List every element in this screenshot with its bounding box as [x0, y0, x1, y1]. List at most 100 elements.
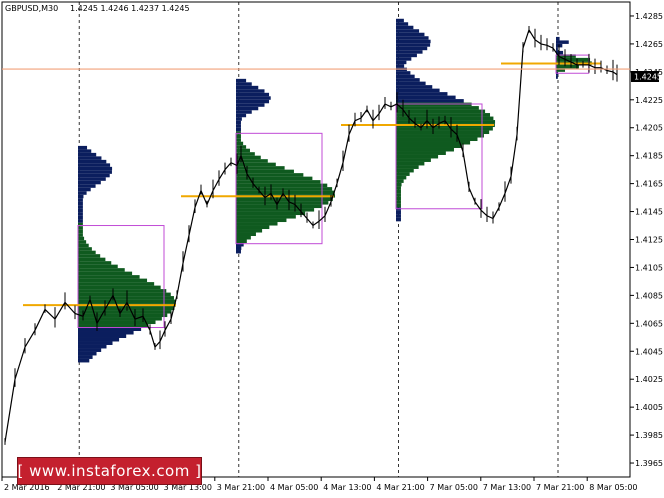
profile-bar [236, 249, 241, 254]
profile-bar [78, 250, 96, 255]
profile-bar [396, 32, 425, 37]
profile-bar [78, 285, 161, 290]
x-tick-label: 7 Mar 13:00 [483, 483, 531, 492]
profile-bar [396, 85, 433, 89]
x-tick-label: 3 Mar 21:00 [217, 483, 265, 492]
profile-bar [78, 278, 148, 283]
y-tick-label: 1.4165 [635, 180, 663, 189]
current-price-label: 1.4245 [634, 73, 662, 82]
profile-bar [78, 247, 92, 251]
y-tick-label: 1.4225 [635, 96, 663, 105]
profile-bar [556, 75, 558, 79]
profile-bar [78, 166, 113, 171]
profile-bar [396, 144, 463, 148]
profile-bar [236, 229, 263, 233]
profile-bar [236, 99, 270, 104]
profile-bar [78, 271, 133, 276]
profile-bar [396, 46, 428, 51]
profile-bar [78, 170, 112, 174]
profile-bar [396, 57, 412, 61]
y-tick-label: 1.3985 [635, 431, 663, 440]
y-tick-label: 1.4285 [635, 12, 663, 21]
profile-bar [236, 78, 247, 83]
profile-bar [236, 166, 285, 170]
profile-bar [396, 99, 464, 103]
profile-bar [396, 113, 491, 117]
profile-bar [236, 127, 241, 132]
profile-bar [78, 145, 88, 150]
profile-bar [78, 187, 91, 192]
profile-bar [78, 180, 101, 185]
profile-bar [396, 88, 440, 93]
profile-bar [78, 313, 168, 318]
profile-bar [396, 130, 490, 135]
profile-bar [396, 36, 429, 40]
watermark-text: [ www.instaforex.com ] [17, 462, 202, 480]
profile-bar [396, 18, 404, 23]
profile-bar [236, 152, 255, 156]
profile-bar [236, 197, 333, 202]
profile-bar [78, 159, 107, 164]
profile-bar [396, 64, 405, 68]
profile-bar [236, 110, 252, 114]
profile-bar [396, 161, 425, 166]
profile-bar [236, 89, 265, 93]
profile-bar [78, 201, 83, 206]
profile-bar [556, 36, 560, 41]
profile-bar [78, 289, 167, 293]
profile-bar [396, 151, 446, 155]
profile-bar [78, 212, 83, 216]
profile-bar [78, 184, 96, 188]
profile-bar [396, 196, 401, 201]
profile-bar [396, 95, 456, 100]
profile-bar [236, 134, 241, 139]
profile-bar [78, 320, 156, 325]
profile-bar [78, 226, 83, 230]
profile-bar [236, 236, 251, 240]
profile-bar [78, 215, 83, 220]
profile-bar [236, 96, 271, 100]
profile-bar [396, 189, 401, 194]
profile-bar [396, 186, 401, 190]
profile-bar [396, 175, 407, 180]
profile-bar [236, 148, 250, 153]
profile-bar [236, 208, 315, 212]
profile-bar [78, 236, 85, 241]
x-tick-label: 4 Mar 05:00 [270, 483, 318, 492]
profile-bar [396, 165, 419, 169]
profile-bar [78, 268, 125, 272]
profile-bar [396, 210, 401, 215]
profile-bar [236, 232, 256, 237]
y-tick-label: 1.4065 [635, 319, 663, 328]
chart-canvas: 1.4285 1.4265 1.4245 1.4225 1.4205 1.4185 1.41… [1, 1, 663, 492]
y-tick-label: 1.4205 [635, 124, 663, 133]
profile-bar [236, 141, 244, 146]
profile-bar [78, 292, 171, 297]
profile-bar [236, 117, 242, 121]
profile-bar [236, 222, 278, 226]
y-tick-label: 1.4085 [635, 291, 663, 300]
profile-bar [78, 358, 90, 363]
profile-bar [236, 187, 333, 191]
profile-bar [78, 331, 134, 335]
profile-bar [78, 243, 89, 248]
profile-bar [236, 215, 296, 219]
watermark-banner[interactable]: [ www.instaforex.com ] [17, 457, 202, 485]
y-tick-label: 1.4105 [635, 263, 663, 272]
profile-bar [78, 257, 106, 262]
profile-bar [396, 50, 423, 54]
profile-bar [78, 261, 112, 265]
profile-bar [78, 177, 106, 181]
profile-bar [236, 120, 241, 125]
profile-bar [396, 217, 401, 222]
profile-bar [396, 200, 401, 204]
profile-bar [78, 194, 84, 199]
profile-bar [236, 183, 328, 188]
profile-bar [236, 169, 294, 174]
profile-bar [236, 204, 323, 209]
profile-bar [396, 29, 420, 33]
profile-bar [236, 225, 270, 230]
profile-bar [78, 152, 97, 157]
profile-bar [78, 254, 101, 258]
profile-bar [396, 137, 478, 142]
